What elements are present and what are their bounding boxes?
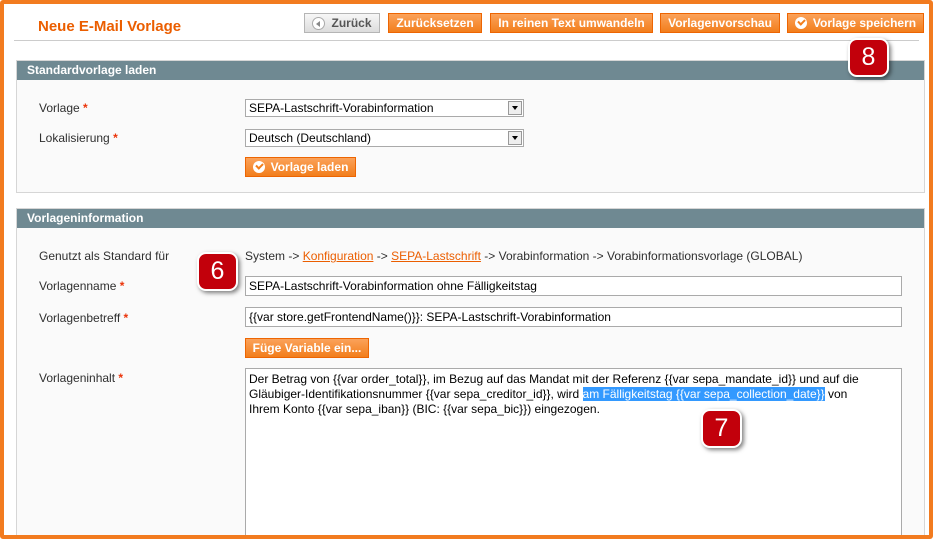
annotation-badge-6: 6 bbox=[197, 252, 238, 291]
window-frame: Neue E-Mail Vorlage Zurück Zurücksetzen … bbox=[0, 0, 933, 539]
dropdown-arrow-icon[interactable] bbox=[508, 101, 522, 115]
page-title: Neue E-Mail Vorlage bbox=[38, 18, 182, 35]
locale-select-value: Deutsch (Deutschland) bbox=[249, 131, 372, 145]
configuration-link[interactable]: Konfiguration bbox=[303, 249, 374, 263]
template-select-value: SEPA-Lastschrift-Vorabinformation bbox=[249, 101, 434, 115]
used-as-default-label: Genutzt als Standard für bbox=[39, 249, 170, 263]
load-default-template-section: Standardvorlage laden Vorlage * SEPA-Las… bbox=[16, 60, 925, 193]
back-arrow-icon bbox=[312, 16, 326, 30]
content-line-1: Der Betrag von {{var order_total}}, im B… bbox=[249, 372, 859, 386]
convert-to-text-button[interactable]: In reinen Text umwandeln bbox=[490, 13, 653, 33]
template-information-section: Vorlageninformation Genutzt als Standard… bbox=[16, 208, 925, 535]
selected-text: am Fälligkeitstag {{var sepa_collection_… bbox=[582, 387, 825, 401]
template-subject-label: Vorlagenbetreff * bbox=[39, 311, 129, 325]
template-name-input[interactable]: SEPA-Lastschrift-Vorabinformation ohne F… bbox=[245, 276, 902, 296]
load-button-label: Vorlage laden bbox=[270, 160, 349, 174]
template-subject-input[interactable]: {{var store.getFrontendName()}}: SEPA-La… bbox=[245, 307, 902, 327]
preview-button[interactable]: Vorlagenvorschau bbox=[660, 13, 780, 33]
template-name-label: Vorlagenname * bbox=[39, 279, 125, 293]
check-icon bbox=[252, 161, 265, 173]
save-button-label: Vorlage speichern bbox=[812, 16, 917, 30]
locale-label: Lokalisierung * bbox=[39, 131, 118, 145]
config-path: System -> Konfiguration -> SEPA-Lastschr… bbox=[245, 249, 803, 263]
template-label: Vorlage * bbox=[39, 101, 88, 115]
save-template-button[interactable]: Vorlage speichern bbox=[787, 13, 924, 33]
content-line-3: Ihrem Konto {{var sepa_iban}} (BIC: {{va… bbox=[249, 402, 600, 416]
back-button[interactable]: Zurück bbox=[304, 13, 380, 33]
load-template-button[interactable]: Vorlage laden bbox=[245, 157, 356, 177]
check-icon bbox=[794, 17, 807, 29]
template-select[interactable]: SEPA-Lastschrift-Vorabinformation bbox=[245, 99, 524, 117]
annotation-badge-8: 8 bbox=[848, 38, 889, 77]
dropdown-arrow-icon[interactable] bbox=[508, 131, 522, 145]
template-content-textarea[interactable]: Der Betrag von {{var order_total}}, im B… bbox=[245, 368, 902, 535]
reset-button-label: Zurücksetzen bbox=[396, 16, 474, 30]
back-button-label: Zurück bbox=[331, 16, 372, 30]
template-content-label: Vorlageninhalt * bbox=[39, 371, 124, 385]
locale-select[interactable]: Deutsch (Deutschland) bbox=[245, 129, 524, 147]
insert-variable-button[interactable]: Füge Variable ein... bbox=[245, 338, 369, 358]
annotation-badge-7: 7 bbox=[701, 409, 742, 448]
preview-button-label: Vorlagenvorschau bbox=[668, 16, 772, 30]
convert-button-label: In reinen Text umwandeln bbox=[498, 16, 645, 30]
sepa-lastschrift-link[interactable]: SEPA-Lastschrift bbox=[391, 249, 481, 263]
section-header: Standardvorlage laden bbox=[17, 61, 924, 80]
header-divider bbox=[14, 40, 919, 41]
content-line-2: Gläubiger-Identifikationsnummer {{var se… bbox=[249, 387, 848, 401]
section-header: Vorlageninformation bbox=[17, 209, 924, 228]
reset-button[interactable]: Zurücksetzen bbox=[388, 13, 482, 33]
faint-background-text bbox=[39, 493, 42, 504]
insert-variable-label: Füge Variable ein... bbox=[252, 341, 362, 355]
